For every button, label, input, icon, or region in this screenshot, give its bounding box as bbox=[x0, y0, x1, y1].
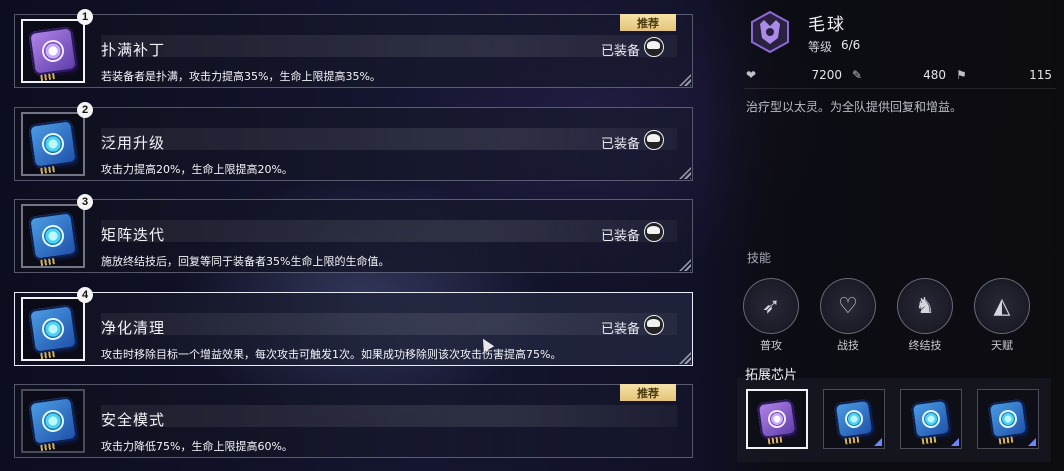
slot-number-badge: 4 bbox=[77, 287, 93, 303]
chip-icon-frame bbox=[21, 204, 85, 268]
skill-label: 终结技 bbox=[908, 339, 942, 352]
extension-chip-slot-2[interactable] bbox=[823, 389, 885, 449]
chip-card-5[interactable]: 安全模式 攻击力降低75%，生命上限提高60%。 推荐 bbox=[14, 384, 693, 458]
title-bar bbox=[101, 220, 677, 242]
chip-blue-icon bbox=[910, 398, 952, 445]
ultimate-skill-button[interactable]: ♞ bbox=[897, 278, 953, 334]
talent-skill-button[interactable]: ◭ bbox=[974, 278, 1030, 334]
chip-description: 若装备者是扑满，攻击力提高35%，生命上限提高35%。 bbox=[101, 70, 381, 83]
character-emblem-icon bbox=[748, 10, 792, 54]
chip-blue-icon bbox=[28, 304, 78, 359]
rarity-corner-mark bbox=[874, 438, 882, 446]
chip-card-3[interactable]: 3 矩阵迭代 已装备 施放终结技后，回复等同于装备者35%生命上限的生命值。 bbox=[14, 194, 693, 273]
equipped-status: 已装备 bbox=[600, 322, 640, 337]
chip-icon-frame bbox=[21, 19, 85, 83]
chip-icon-frame bbox=[21, 389, 85, 453]
skill-label: 天赋 bbox=[991, 339, 1013, 352]
chip-card-2[interactable]: 2 泛用升级 已装备 攻击力提高20%，生命上限提高20%。 bbox=[14, 102, 693, 181]
character-name: 毛球 bbox=[808, 15, 846, 35]
chip-card-1[interactable]: 1 扑满补丁 已装备 若装备者是扑满，攻击力提高35%，生命上限提高35%。 推… bbox=[14, 9, 693, 88]
equipped-status: 已装备 bbox=[600, 137, 640, 152]
extension-chip-slot-1[interactable] bbox=[746, 389, 808, 449]
hp-value: 7200 bbox=[811, 68, 842, 82]
chip-blue-icon bbox=[28, 396, 78, 451]
title-bar bbox=[101, 35, 677, 57]
basic-attack-skill-button[interactable]: ➶ bbox=[743, 278, 799, 334]
battle-skill-button[interactable]: ♡ bbox=[820, 278, 876, 334]
defense-icon: ⚑ bbox=[956, 68, 967, 82]
equipped-status: 已装备 bbox=[600, 229, 640, 244]
rarity-corner-mark bbox=[1028, 438, 1036, 446]
equipped-avatar-icon bbox=[644, 222, 664, 242]
talent-wave-icon: ◭ bbox=[993, 293, 1011, 319]
title-bar bbox=[101, 405, 677, 427]
equipped-avatar-icon bbox=[644, 37, 664, 57]
recommended-tag: 推荐 bbox=[620, 14, 676, 31]
attack-value: 480 bbox=[923, 68, 946, 82]
divider bbox=[744, 88, 1056, 89]
title-bar bbox=[101, 128, 677, 150]
heart-plus-icon: ♡ bbox=[838, 293, 858, 319]
extension-chip-slot-3[interactable] bbox=[900, 389, 962, 449]
corner-decoration bbox=[679, 74, 691, 86]
slot-number-badge: 1 bbox=[77, 9, 93, 25]
chip-title: 泛用升级 bbox=[101, 134, 166, 152]
defense-value: 115 bbox=[1029, 68, 1052, 82]
hp-icon: ❤ bbox=[746, 68, 757, 82]
chip-description: 攻击力提高20%，生命上限提高20%。 bbox=[101, 163, 293, 176]
extension-chip-slot-4[interactable] bbox=[977, 389, 1039, 449]
chip-title: 矩阵迭代 bbox=[101, 226, 166, 244]
equipped-avatar-icon bbox=[644, 315, 664, 335]
title-bar bbox=[101, 313, 677, 335]
level-value: 6/6 bbox=[841, 38, 861, 52]
chip-description: 攻击时移除目标一个增益效果，每次攻击可触发1次。如果成功移除则该次攻击伤害提高7… bbox=[101, 348, 562, 361]
skills-section-title: 技能 bbox=[747, 251, 772, 265]
chip-icon-frame bbox=[21, 112, 85, 176]
chip-title: 净化清理 bbox=[101, 319, 166, 337]
chip-card-4[interactable]: 4 净化清理 已装备 攻击时移除目标一个增益效果，每次攻击可触发1次。如果成功移… bbox=[14, 287, 693, 366]
slot-number-badge: 3 bbox=[77, 194, 93, 210]
equipped-avatar-icon bbox=[644, 130, 664, 150]
basic-attack-icon: ➶ bbox=[761, 293, 781, 319]
chip-blue-icon bbox=[987, 398, 1029, 445]
beast-mask-icon: ♞ bbox=[915, 293, 935, 319]
chip-title: 安全模式 bbox=[101, 411, 166, 429]
chip-purple-icon bbox=[28, 26, 78, 81]
character-role-description: 治疗型以太灵。为全队提供回复和增益。 bbox=[746, 100, 963, 114]
recommended-tag: 推荐 bbox=[620, 384, 676, 401]
chip-icon-frame bbox=[21, 297, 85, 361]
chip-title: 扑满补丁 bbox=[101, 41, 166, 59]
skill-label: 普攻 bbox=[760, 339, 782, 352]
chip-description: 攻击力降低75%，生命上限提高60%。 bbox=[101, 440, 293, 453]
equipped-status: 已装备 bbox=[600, 44, 640, 59]
corner-decoration bbox=[679, 167, 691, 179]
slot-number-badge: 2 bbox=[77, 102, 93, 118]
chip-purple-icon bbox=[756, 398, 798, 445]
chip-blue-icon bbox=[28, 119, 78, 174]
skill-label: 战技 bbox=[837, 339, 859, 352]
level-label: 等级 bbox=[808, 40, 833, 54]
chip-blue-icon bbox=[28, 211, 78, 266]
corner-decoration bbox=[679, 259, 691, 271]
chip-blue-icon bbox=[833, 398, 875, 445]
corner-decoration bbox=[679, 352, 691, 364]
attack-icon: ✎ bbox=[852, 68, 863, 82]
rarity-corner-mark bbox=[951, 438, 959, 446]
extension-chips-title: 拓展芯片 bbox=[745, 368, 798, 383]
chip-description: 施放终结技后，回复等同于装备者35%生命上限的生命值。 bbox=[101, 255, 390, 268]
